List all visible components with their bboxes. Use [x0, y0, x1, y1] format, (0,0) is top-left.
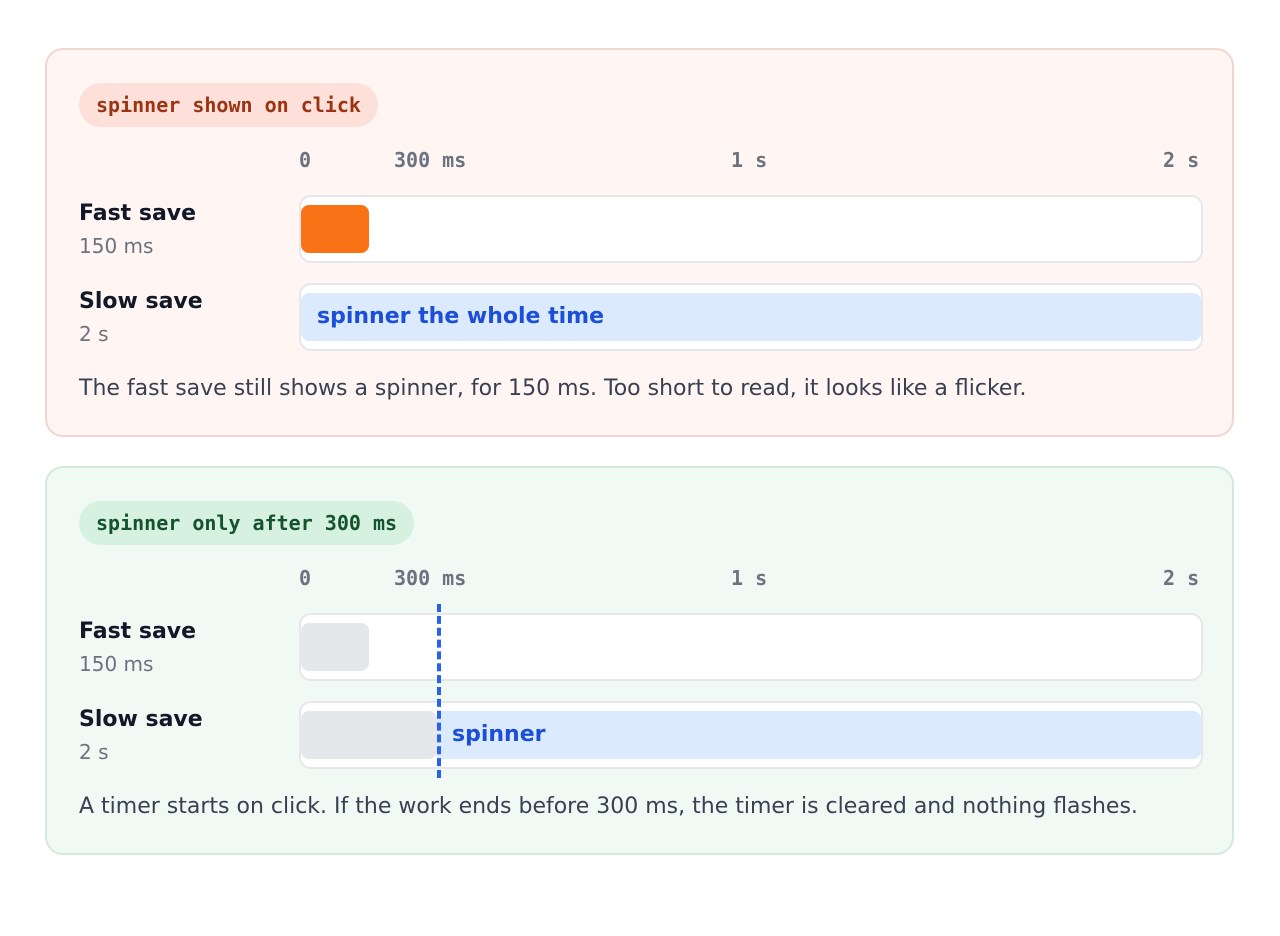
idle-work-bar: [301, 711, 437, 759]
tick-label: 300 ms: [394, 566, 467, 590]
panel-spinner-on-click: spinner shown on click 0 300 ms 1 s 2 s …: [45, 48, 1234, 437]
panel-tag: spinner shown on click: [79, 83, 378, 127]
spinner-flash-bar: [301, 205, 369, 253]
row-label-slow-save: Slow save: [79, 289, 203, 314]
spinner-bar: spinner: [437, 711, 1201, 759]
tick-label: 1 s: [731, 566, 768, 590]
row-duration-fast-save: 150 ms: [79, 234, 154, 258]
row-duration-slow-save: 2 s: [79, 740, 109, 764]
delay-threshold-line: [437, 604, 441, 778]
row-label-fast-save: Fast save: [79, 619, 197, 644]
row-duration-slow-save: 2 s: [79, 322, 109, 346]
row-label-slow-save: Slow save: [79, 707, 203, 732]
panel-tag: spinner only after 300 ms: [79, 501, 415, 545]
row-label-fast-save: Fast save: [79, 201, 197, 226]
tick-label: 0: [299, 566, 312, 590]
row-duration-fast-save: 150 ms: [79, 652, 154, 676]
timeline-track-slow-save: spinner the whole time: [299, 283, 1203, 351]
tick-label: 0: [299, 148, 312, 172]
spinner-bar-label: spinner the whole time: [317, 304, 605, 329]
spinner-bar-label: spinner: [452, 722, 546, 747]
timeline-track-fast-save: [299, 613, 1203, 681]
timeline-track-slow-save: spinner: [299, 701, 1203, 769]
panel-note: The fast save still shows a spinner, for…: [79, 376, 1027, 401]
idle-work-bar: [301, 623, 369, 671]
tick-label: 2 s: [1163, 148, 1200, 172]
panel-note: A timer starts on click. If the work end…: [79, 794, 1138, 819]
panel-spinner-after-delay: spinner only after 300 ms 0 300 ms 1 s 2…: [45, 466, 1234, 855]
tick-label: 1 s: [731, 148, 768, 172]
timeline-track-fast-save: [299, 195, 1203, 263]
tick-label: 2 s: [1163, 566, 1200, 590]
tick-label: 300 ms: [394, 148, 467, 172]
spinner-bar: spinner the whole time: [301, 293, 1201, 341]
